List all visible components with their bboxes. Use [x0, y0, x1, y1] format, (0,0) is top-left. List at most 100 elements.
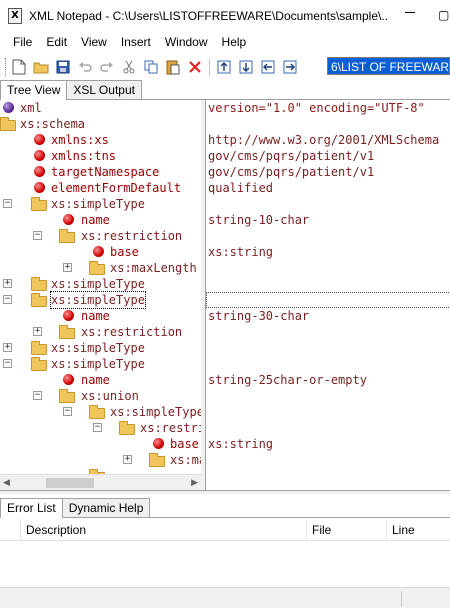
expand-toggle[interactable]: +	[33, 327, 42, 336]
nudge-down-icon[interactable]	[235, 56, 257, 78]
node-value[interactable]: gov/cms/pqrs/patient/v1	[208, 148, 374, 164]
tree-node-label[interactable]: elementFormDefault	[51, 180, 181, 196]
scrollbar-thumb[interactable]	[46, 478, 94, 488]
column-header-file[interactable]: File	[306, 519, 386, 541]
element-folder-icon	[59, 389, 75, 403]
expand-toggle[interactable]: +	[123, 455, 132, 464]
tab-tree-view[interactable]: Tree View	[0, 80, 68, 100]
tree-pane[interactable]: xml xs:schema xmlns:xs xmlns:tns targetN…	[0, 100, 201, 476]
minimize-button[interactable]	[405, 12, 415, 13]
bottom-tabs: Error List Dynamic Help	[0, 496, 450, 518]
node-value[interactable]: version="1.0" encoding="UTF-8"	[208, 100, 425, 116]
menu-file[interactable]: File	[6, 31, 39, 53]
undo-icon[interactable]	[74, 56, 96, 78]
tree-node-label[interactable]: xs:maxLength	[110, 260, 197, 276]
column-header-description[interactable]: Description	[20, 519, 306, 541]
restore-button[interactable]: ▢	[438, 8, 449, 22]
tab-dynamic-help[interactable]: Dynamic Help	[61, 498, 151, 517]
node-value[interactable]: gov/cms/pqrs/patient/v1	[208, 164, 374, 180]
menu-insert[interactable]: Insert	[114, 31, 158, 53]
attribute-icon	[34, 134, 45, 145]
element-folder-icon	[31, 341, 47, 355]
tree-node-label[interactable]: xs:schema	[20, 116, 85, 132]
tree-node-label[interactable]: xs:restriction	[81, 228, 182, 244]
new-file-icon[interactable]	[8, 56, 30, 78]
tree-node-label[interactable]: xs:restriction	[140, 420, 201, 436]
tab-error-list[interactable]: Error List	[0, 498, 63, 518]
tree-node-label[interactable]: targetNamespace	[51, 164, 159, 180]
collapse-toggle[interactable]: −	[63, 407, 72, 416]
tree-node-label[interactable]: xs:restriction	[81, 324, 182, 340]
tree-node-label[interactable]: xmlns:tns	[51, 148, 116, 164]
tree-node-label[interactable]: xml	[20, 100, 42, 116]
paste-icon[interactable]	[162, 56, 184, 78]
node-value[interactable]: xs:string	[208, 244, 273, 260]
node-value[interactable]: http://www.w3.org/2001/XMLSchema	[208, 132, 439, 148]
tree-node-label[interactable]: xmlns:xs	[51, 132, 109, 148]
node-value[interactable]: qualified	[208, 180, 273, 196]
scroll-right-icon[interactable]: ▶	[191, 478, 198, 488]
tree-node-label[interactable]: xs:union	[81, 388, 139, 404]
column-header-line[interactable]: Line	[386, 519, 450, 541]
element-folder-icon	[89, 405, 105, 419]
node-value[interactable]: string-30-char	[208, 308, 309, 324]
error-list-header: Description File Line	[0, 519, 450, 541]
menu-help[interactable]: Help	[215, 31, 254, 53]
tree-node-label[interactable]: base	[170, 436, 199, 452]
element-folder-icon	[59, 229, 75, 243]
attribute-icon	[93, 246, 104, 257]
bottom-panel-splitter[interactable]	[0, 490, 450, 494]
delete-icon[interactable]	[184, 56, 206, 78]
tree-node-label[interactable]: xs:simpleType	[51, 340, 145, 356]
tree-node-label[interactable]: xs:maxLength	[170, 452, 201, 468]
tree-node-label[interactable]: xs:simpleType	[51, 196, 145, 212]
node-value[interactable]: string-25char-or-empty	[208, 372, 367, 388]
view-tabs: Tree View XSL Output	[0, 80, 450, 100]
tree-node-label[interactable]: xs:simpleType	[51, 356, 145, 372]
node-value[interactable]: string-10-char	[208, 212, 309, 228]
scroll-left-icon[interactable]: ◀	[3, 478, 10, 488]
open-folder-icon[interactable]	[30, 56, 52, 78]
value-pane[interactable]: version="1.0" encoding="UTF-8" http://ww…	[205, 100, 450, 490]
status-bar-separator	[401, 591, 402, 607]
expand-toggle[interactable]: +	[63, 263, 72, 272]
menu-edit[interactable]: Edit	[39, 31, 74, 53]
tree-node-label[interactable]: name	[81, 212, 110, 228]
element-folder-icon	[31, 357, 47, 371]
attribute-icon	[34, 166, 45, 177]
collapse-toggle[interactable]: −	[33, 231, 42, 240]
tree-node-label[interactable]: name	[81, 308, 110, 324]
tree-node-label-selected[interactable]: xs:simpleType	[50, 291, 146, 309]
tree-horizontal-scrollbar[interactable]: ◀ ▶	[0, 474, 201, 490]
nudge-up-icon[interactable]	[213, 56, 235, 78]
nudge-right-icon[interactable]	[279, 56, 301, 78]
error-list-body[interactable]	[0, 541, 450, 587]
collapse-toggle[interactable]: −	[3, 199, 12, 208]
tree-node-label[interactable]: xs:simpleType	[110, 404, 201, 420]
tree-node-label[interactable]: base	[110, 244, 139, 260]
menu-bar: File Edit View Insert Window Help	[0, 31, 450, 53]
redo-icon[interactable]	[96, 56, 118, 78]
nudge-left-icon[interactable]	[257, 56, 279, 78]
collapse-toggle[interactable]: −	[3, 295, 12, 304]
save-icon[interactable]	[52, 56, 74, 78]
tree-node-label[interactable]: xs:simpleType	[51, 276, 145, 292]
node-value[interactable]: xs:string	[208, 436, 273, 452]
copy-icon[interactable]	[140, 56, 162, 78]
menu-window[interactable]: Window	[158, 31, 215, 53]
collapse-toggle[interactable]: −	[33, 391, 42, 400]
attribute-icon	[34, 150, 45, 161]
collapse-toggle[interactable]: −	[93, 423, 102, 432]
element-folder-icon	[149, 453, 165, 467]
menu-view[interactable]: View	[74, 31, 114, 53]
cut-icon[interactable]	[118, 56, 140, 78]
element-folder-icon	[0, 117, 16, 131]
expand-toggle[interactable]: +	[3, 343, 12, 352]
collapse-toggle[interactable]: −	[3, 359, 12, 368]
selected-value-row[interactable]	[206, 292, 450, 308]
tree-node-label[interactable]: name	[81, 372, 110, 388]
location-field[interactable]: 6\LIST OF FREEWAR	[327, 57, 450, 75]
element-folder-icon	[59, 325, 75, 339]
tab-xsl-output[interactable]: XSL Output	[66, 80, 142, 99]
expand-toggle[interactable]: +	[3, 279, 12, 288]
